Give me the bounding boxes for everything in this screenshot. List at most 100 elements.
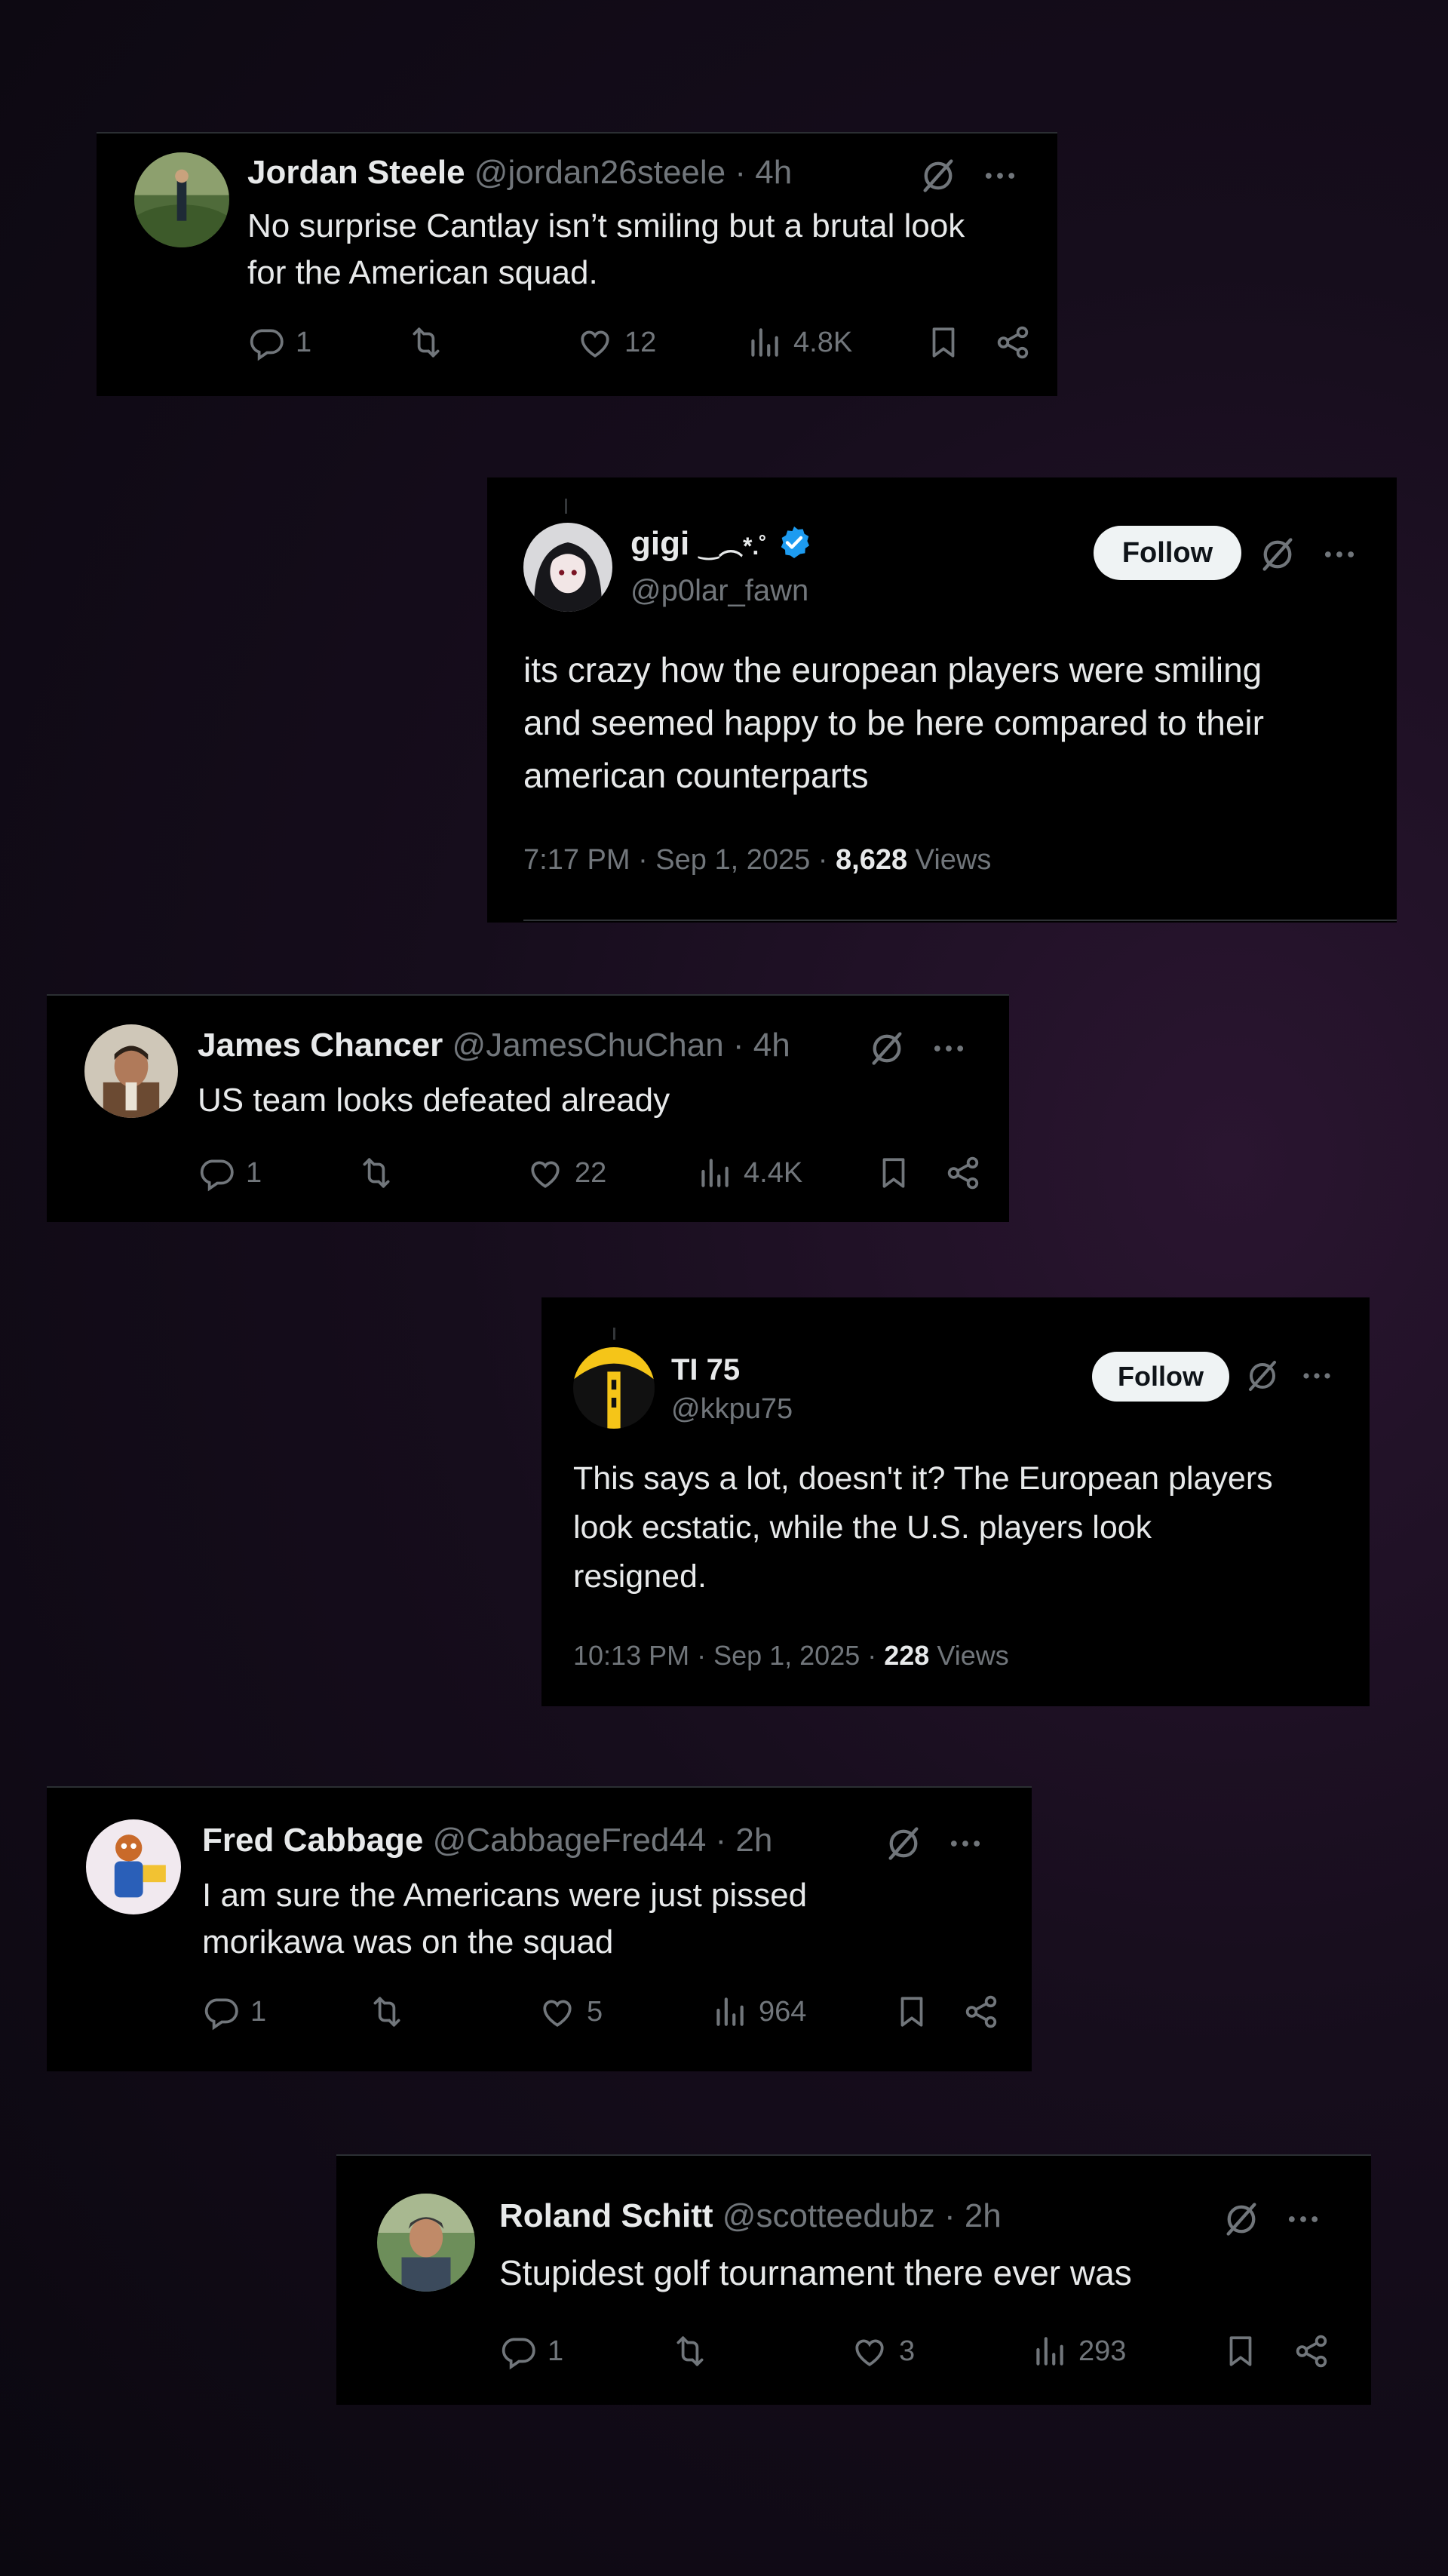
post-text-line: and seemed happy to be here compared to …: [523, 703, 1264, 742]
bookmark-button[interactable]: [1222, 2332, 1259, 2370]
reply-button[interactable]: 1: [198, 1154, 262, 1192]
share-button[interactable]: [962, 1993, 1000, 2031]
display-name[interactable]: TI 75: [671, 1353, 740, 1386]
repost-button[interactable]: [671, 2332, 709, 2370]
post-timestamp[interactable]: 10:13 PM · Sep 1, 2025 ·: [573, 1640, 884, 1671]
reply-count: 1: [246, 1156, 262, 1189]
reply-button[interactable]: 1: [202, 1993, 266, 2031]
action-bar: 1 12 4.8K: [247, 324, 1047, 366]
grok-slash-icon[interactable]: [867, 1029, 907, 1068]
post-text: Stupidest golf tournament there ever was: [499, 2249, 1344, 2296]
like-count: 12: [624, 326, 657, 358]
reply-button[interactable]: 1: [247, 324, 311, 361]
repost-icon: [407, 324, 445, 361]
like-button[interactable]: 5: [538, 1993, 603, 2031]
avatar[interactable]: [134, 152, 229, 247]
display-name[interactable]: gigi: [630, 525, 689, 562]
thread-line: [565, 499, 567, 514]
follow-button[interactable]: Follow: [1092, 1352, 1229, 1402]
post-header: gigi ‿︵*.˚: [630, 524, 812, 566]
more-dots-icon[interactable]: [1299, 1358, 1335, 1394]
action-bar: 1 3 293: [499, 2332, 1344, 2375]
grok-slash-icon[interactable]: [884, 1824, 923, 1863]
more-dots-icon[interactable]: [1320, 535, 1359, 574]
bookmark-button[interactable]: [925, 324, 962, 361]
share-button[interactable]: [944, 1154, 982, 1192]
like-button[interactable]: 22: [526, 1154, 606, 1192]
repost-button[interactable]: [368, 1993, 406, 2031]
more-dots-icon[interactable]: [1284, 2200, 1323, 2239]
like-button[interactable]: 12: [576, 324, 656, 361]
views-button[interactable]: 964: [710, 1993, 806, 2031]
views-button[interactable]: 4.4K: [695, 1154, 802, 1192]
bookmark-button[interactable]: [893, 1993, 931, 2031]
grok-slash-icon[interactable]: [1222, 2200, 1261, 2239]
repost-button[interactable]: [357, 1154, 395, 1192]
views-button[interactable]: 4.8K: [745, 324, 852, 361]
tweet-card-ti75[interactable]: TI 75 @kkpu75 Follow This says a lot, do…: [541, 1297, 1370, 1706]
post-timestamp[interactable]: 7:17 PM · Sep 1, 2025 ·: [523, 844, 836, 876]
display-name[interactable]: Fred Cabbage: [202, 1822, 423, 1859]
reply-button[interactable]: 1: [499, 2332, 563, 2370]
more-dots-icon[interactable]: [929, 1029, 968, 1068]
bookmark-button[interactable]: [875, 1154, 913, 1192]
tweet-card-fred-cabbage[interactable]: Fred Cabbage @CabbageFred44 · 2h I am su…: [47, 1786, 1032, 2071]
display-name[interactable]: James Chancer: [198, 1027, 443, 1064]
grok-slash-icon[interactable]: [1244, 1358, 1281, 1394]
display-name[interactable]: Jordan Steele: [247, 154, 465, 191]
handle[interactable]: @kkpu75: [671, 1389, 793, 1429]
follow-button[interactable]: Follow: [1094, 526, 1241, 580]
avatar[interactable]: [377, 2194, 475, 2292]
share-button[interactable]: [994, 324, 1032, 361]
post-text-line: for the American squad.: [247, 254, 598, 291]
bar-chart-icon: [710, 1993, 748, 2031]
views-label: Views: [907, 844, 992, 876]
post-header: Jordan Steele @jordan26steele · 4h: [247, 153, 792, 192]
post-header: TI 75: [671, 1350, 740, 1389]
more-dots-icon[interactable]: [980, 156, 1020, 195]
tweet-card-jordan-steele[interactable]: Jordan Steele @jordan26steele · 4h No su…: [97, 132, 1057, 396]
handle-and-time[interactable]: @jordan26steele · 4h: [474, 154, 792, 191]
views-button[interactable]: 293: [1030, 2332, 1126, 2370]
post-text: No surprise Cantlay isn’t smiling but a …: [247, 203, 1047, 296]
like-button[interactable]: 3: [851, 2332, 915, 2370]
tweet-card-gigi[interactable]: gigi ‿︵*.˚ @p0lar_fawn Follow its crazy …: [487, 477, 1397, 923]
repost-button[interactable]: [407, 324, 445, 361]
avatar[interactable]: [573, 1347, 655, 1429]
avatar[interactable]: [523, 523, 612, 612]
tweet-card-roland-schitt[interactable]: Roland Schitt @scotteedubz · 2h Stupides…: [336, 2154, 1371, 2405]
grok-slash-icon[interactable]: [1258, 535, 1297, 574]
post-text-line: I am sure the Americans were just pissed: [202, 1877, 808, 1914]
views-count: 8,628: [836, 844, 908, 876]
handle-and-time[interactable]: @JamesChuChan · 4h: [452, 1027, 790, 1064]
post-text-line: morikawa was on the squad: [202, 1924, 614, 1960]
post-text-line: look ecstatic, while the U.S. players lo…: [573, 1509, 1152, 1546]
post-text: US team looks defeated already: [198, 1077, 997, 1124]
display-name[interactable]: Roland Schitt: [499, 2197, 713, 2234]
speech-bubble-icon: [247, 324, 285, 361]
share-icon: [1293, 2332, 1330, 2370]
post-text-line: This says a lot, doesn't it? The Europea…: [573, 1460, 1273, 1497]
grok-slash-icon[interactable]: [919, 156, 958, 195]
avatar[interactable]: [84, 1024, 178, 1118]
post-top-icons: [867, 1029, 968, 1068]
verified-badge-icon: [776, 524, 812, 560]
handle[interactable]: @p0lar_fawn: [630, 571, 808, 610]
reply-count: 1: [548, 2335, 564, 2367]
heart-icon: [538, 1993, 576, 2031]
tweet-card-james-chancer[interactable]: James Chancer @JamesChuChan · 4h US team…: [47, 994, 1009, 1222]
handle-and-time[interactable]: @CabbageFred44 · 2h: [433, 1822, 773, 1859]
views-count: 4.8K: [793, 326, 853, 358]
post-text: This says a lot, doesn't it? The Europea…: [573, 1454, 1358, 1601]
views-count: 293: [1078, 2335, 1127, 2367]
post-text-line: resigned.: [573, 1558, 707, 1595]
post-top-icons: [884, 1824, 985, 1863]
heart-icon: [851, 2332, 888, 2370]
divider: [523, 920, 1397, 921]
avatar[interactable]: [86, 1819, 181, 1914]
share-button[interactable]: [1293, 2332, 1330, 2370]
handle-and-time[interactable]: @scotteedubz · 2h: [722, 2197, 1002, 2234]
more-dots-icon[interactable]: [946, 1824, 985, 1863]
post-top-icons: [1258, 535, 1359, 574]
repost-icon: [368, 1993, 406, 2031]
